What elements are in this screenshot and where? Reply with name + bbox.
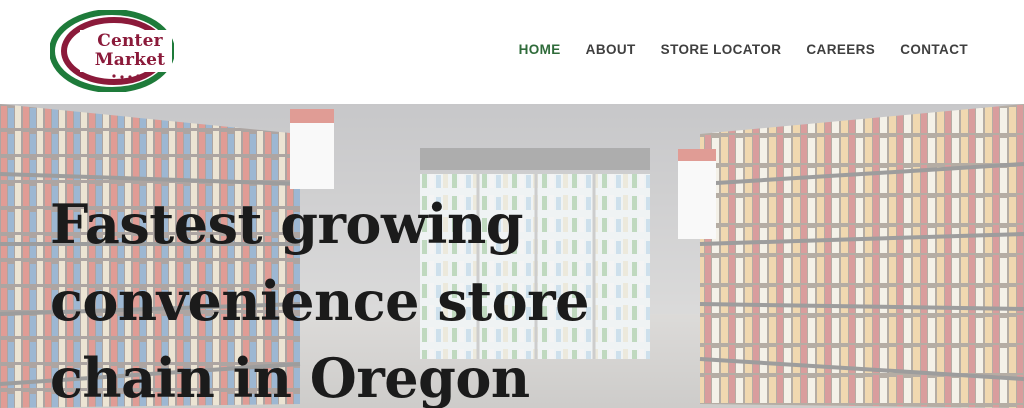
headline-line: convenience store bbox=[50, 269, 590, 333]
nav-item-about[interactable]: ABOUT bbox=[586, 42, 636, 57]
nav-item-store-locator[interactable]: STORE LOCATOR bbox=[661, 42, 782, 57]
center-market-logo[interactable]: Center Market bbox=[49, 9, 175, 93]
nav-item-careers[interactable]: CAREERS bbox=[806, 42, 875, 57]
headline-line: chain in Oregon bbox=[50, 346, 530, 408]
hero-banner: Fastest growing convenience store chain … bbox=[0, 104, 1024, 408]
nav-item-home[interactable]: HOME bbox=[519, 42, 561, 57]
hero-headline: Fastest growing convenience store chain … bbox=[50, 186, 590, 408]
logo-text-center: Center bbox=[97, 31, 163, 51]
main-navigation: HOME ABOUT STORE LOCATOR CAREERS CONTACT bbox=[494, 42, 968, 57]
headline-line: Fastest growing bbox=[50, 192, 523, 256]
nav-item-contact[interactable]: CONTACT bbox=[900, 42, 968, 57]
logo-text-market: Market bbox=[94, 50, 166, 70]
site-header: Center Market HOME ABOUT STORE LOCATOR C… bbox=[0, 0, 1024, 104]
